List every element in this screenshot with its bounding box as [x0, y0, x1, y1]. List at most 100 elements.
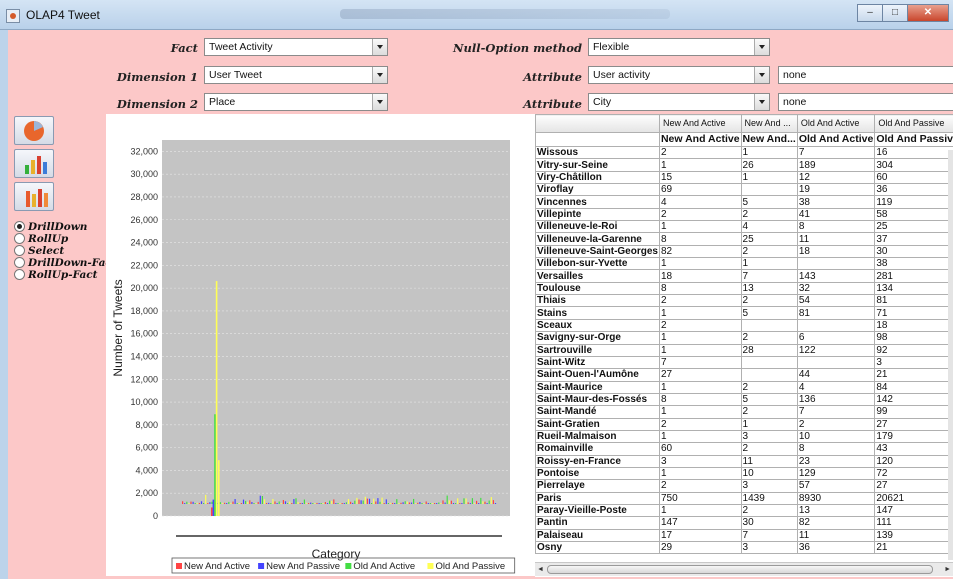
table-row[interactable]: Pierrelaye 2 3 57 27: [535, 479, 953, 493]
radio-rollup-fact[interactable]: RollUp-Fact: [14, 268, 98, 281]
row-name-cell: Paris: [535, 491, 660, 505]
row-name-cell: Villebon-sur-Yvette: [535, 257, 660, 271]
scroll-thumb[interactable]: [547, 565, 933, 574]
table-row[interactable]: Saint-Maurice 1 2 4 84: [535, 380, 953, 394]
table-row[interactable]: Pantin 147 30 82 111: [535, 516, 953, 530]
table-row[interactable]: Villebon-sur-Yvette 1 1 38: [535, 257, 953, 271]
row-name-cell: Romainville: [535, 442, 660, 456]
chevron-down-icon: [754, 67, 769, 83]
table-row[interactable]: Thiais 2 2 54 81: [535, 294, 953, 308]
attribute1-secondary-select[interactable]: none: [778, 66, 953, 84]
minor-bar: [270, 503, 272, 504]
table-row[interactable]: Saint-Witz 7 3: [535, 355, 953, 370]
attribute2-secondary-select[interactable]: none: [778, 93, 953, 111]
table-row[interactable]: Vitry-sur-Seine 1 26 189 304: [535, 158, 953, 172]
table-row[interactable]: Villeneuve-le-Roi 1 4 8 25: [535, 220, 953, 234]
table-row[interactable]: Viroflay 69 19 36: [535, 183, 953, 197]
value-cell: 4: [658, 195, 742, 209]
table-row[interactable]: Versailles 18 7 143 281: [535, 269, 953, 283]
column-header[interactable]: [535, 114, 660, 133]
table-vertical-scrollbar[interactable]: [948, 150, 953, 560]
table-row[interactable]: Romainville 60 2 8 43: [535, 442, 953, 456]
table-row[interactable]: Vincennes 4 5 38 119: [535, 195, 953, 209]
sub-header-cell: Old And Passive: [874, 132, 953, 147]
null-option-select[interactable]: Flexible: [588, 38, 770, 56]
fact-label: Fact: [170, 41, 198, 55]
value-cell: 29: [658, 540, 742, 555]
value-cell: 81: [874, 294, 953, 308]
bar-chart-button[interactable]: [14, 149, 54, 178]
table-row[interactable]: Villepinte 2 2 41 58: [535, 207, 953, 222]
minor-bar: [221, 502, 224, 504]
radio-button[interactable]: [14, 233, 25, 244]
table-row[interactable]: Rueil-Malmaison 1 3 10 179: [535, 429, 953, 444]
maximize-button[interactable]: □: [882, 4, 908, 22]
table-row[interactable]: Sceaux 2 18: [535, 318, 953, 333]
table-row[interactable]: Stains 1 5 81 71: [535, 306, 953, 320]
results-table-panel: New And Active New And ... Old And Active O…: [535, 114, 953, 577]
value-cell: 38: [874, 257, 953, 271]
minor-bar: [459, 503, 461, 504]
value-cell: 20621: [874, 491, 953, 505]
fact-select[interactable]: Tweet Activity: [204, 38, 388, 56]
table-row[interactable]: Villeneuve-la-Garenne 8 25 11 37: [535, 232, 953, 246]
stacked-bar-chart-button[interactable]: [14, 182, 54, 211]
table-row[interactable]: Roissy-en-France 3 11 23 120: [535, 454, 953, 468]
column-header[interactable]: Old And Passive: [874, 114, 953, 133]
value-cell: 21: [874, 540, 953, 555]
table-row[interactable]: Paray-Vieille-Poste 1 2 13 147: [535, 503, 953, 518]
minor-bar: [389, 502, 392, 504]
value-cell: 2: [658, 417, 742, 431]
attribute1-select[interactable]: User activity: [588, 66, 770, 84]
dimension2-select[interactable]: Place: [204, 93, 388, 111]
close-button[interactable]: ✕: [907, 4, 949, 22]
pie-chart-button[interactable]: [14, 116, 54, 145]
table-row[interactable]: Saint-Gratien 2 1 2 27: [535, 417, 953, 431]
minor-bar: [305, 502, 308, 504]
radio-button[interactable]: [14, 257, 25, 268]
table-row[interactable]: Wissous 2 1 7 16: [535, 145, 953, 160]
scroll-left-icon[interactable]: ◄: [537, 566, 544, 573]
value-cell: 10: [796, 429, 876, 444]
table-row[interactable]: Savigny-sur-Orge 1 2 6 98: [535, 331, 953, 345]
table-row[interactable]: Viry-Châtillon 15 1 12 60: [535, 170, 953, 185]
attribute2-select[interactable]: City: [588, 93, 770, 111]
minor-bar: [368, 498, 371, 504]
table-row[interactable]: Sartrouville 1 28 122 92: [535, 343, 953, 357]
minor-bar: [200, 501, 203, 504]
minor-bar: [335, 503, 337, 504]
value-cell: 147: [874, 503, 953, 518]
column-header[interactable]: New And Active: [658, 114, 742, 133]
value-cell: 18: [874, 318, 953, 333]
y-tick-label: 22,000: [130, 260, 158, 270]
table-row[interactable]: Pontoise 1 10 129 72: [535, 466, 953, 481]
table-horizontal-scrollbar[interactable]: ◄ ►: [535, 562, 953, 576]
minimize-button[interactable]: –: [857, 4, 883, 22]
table-row[interactable]: Saint-Ouen-l'Aumône 27 44 21: [535, 368, 953, 382]
minor-bar: [379, 501, 381, 504]
table-row[interactable]: Palaiseau 17 7 11 139: [535, 528, 953, 543]
minor-bar: [280, 503, 282, 504]
table-row[interactable]: Toulouse 8 13 32 134: [535, 281, 953, 296]
minor-bar: [188, 503, 190, 504]
minor-bar: [415, 503, 417, 504]
minor-bar: [457, 498, 459, 504]
radio-button[interactable]: [14, 245, 25, 256]
minor-bar: [261, 496, 263, 504]
table-row[interactable]: Saint-Mandé 1 2 7 99: [535, 405, 953, 419]
table-row[interactable]: Saint-Maur-des-Fossés 8 5 136 142: [535, 392, 953, 407]
table-row[interactable]: Villeneuve-Saint-Georges 82 2 18 30: [535, 244, 953, 259]
table-row[interactable]: Osny 29 3 36 21: [535, 540, 953, 555]
legend-swatch: [258, 563, 265, 569]
radio-button[interactable]: [14, 221, 25, 232]
radio-button[interactable]: [14, 269, 25, 280]
dimension1-select[interactable]: User Tweet: [204, 66, 388, 84]
minor-bar: [203, 503, 205, 504]
value-cell: 4: [740, 220, 798, 234]
chevron-down-icon: [372, 67, 387, 83]
table-row[interactable]: Paris 750 1439 8930 20621: [535, 491, 953, 505]
column-header[interactable]: Old And Active: [796, 114, 876, 133]
column-header[interactable]: New And ...: [740, 114, 798, 133]
minor-bar: [249, 500, 251, 504]
scroll-right-icon[interactable]: ►: [944, 566, 951, 573]
